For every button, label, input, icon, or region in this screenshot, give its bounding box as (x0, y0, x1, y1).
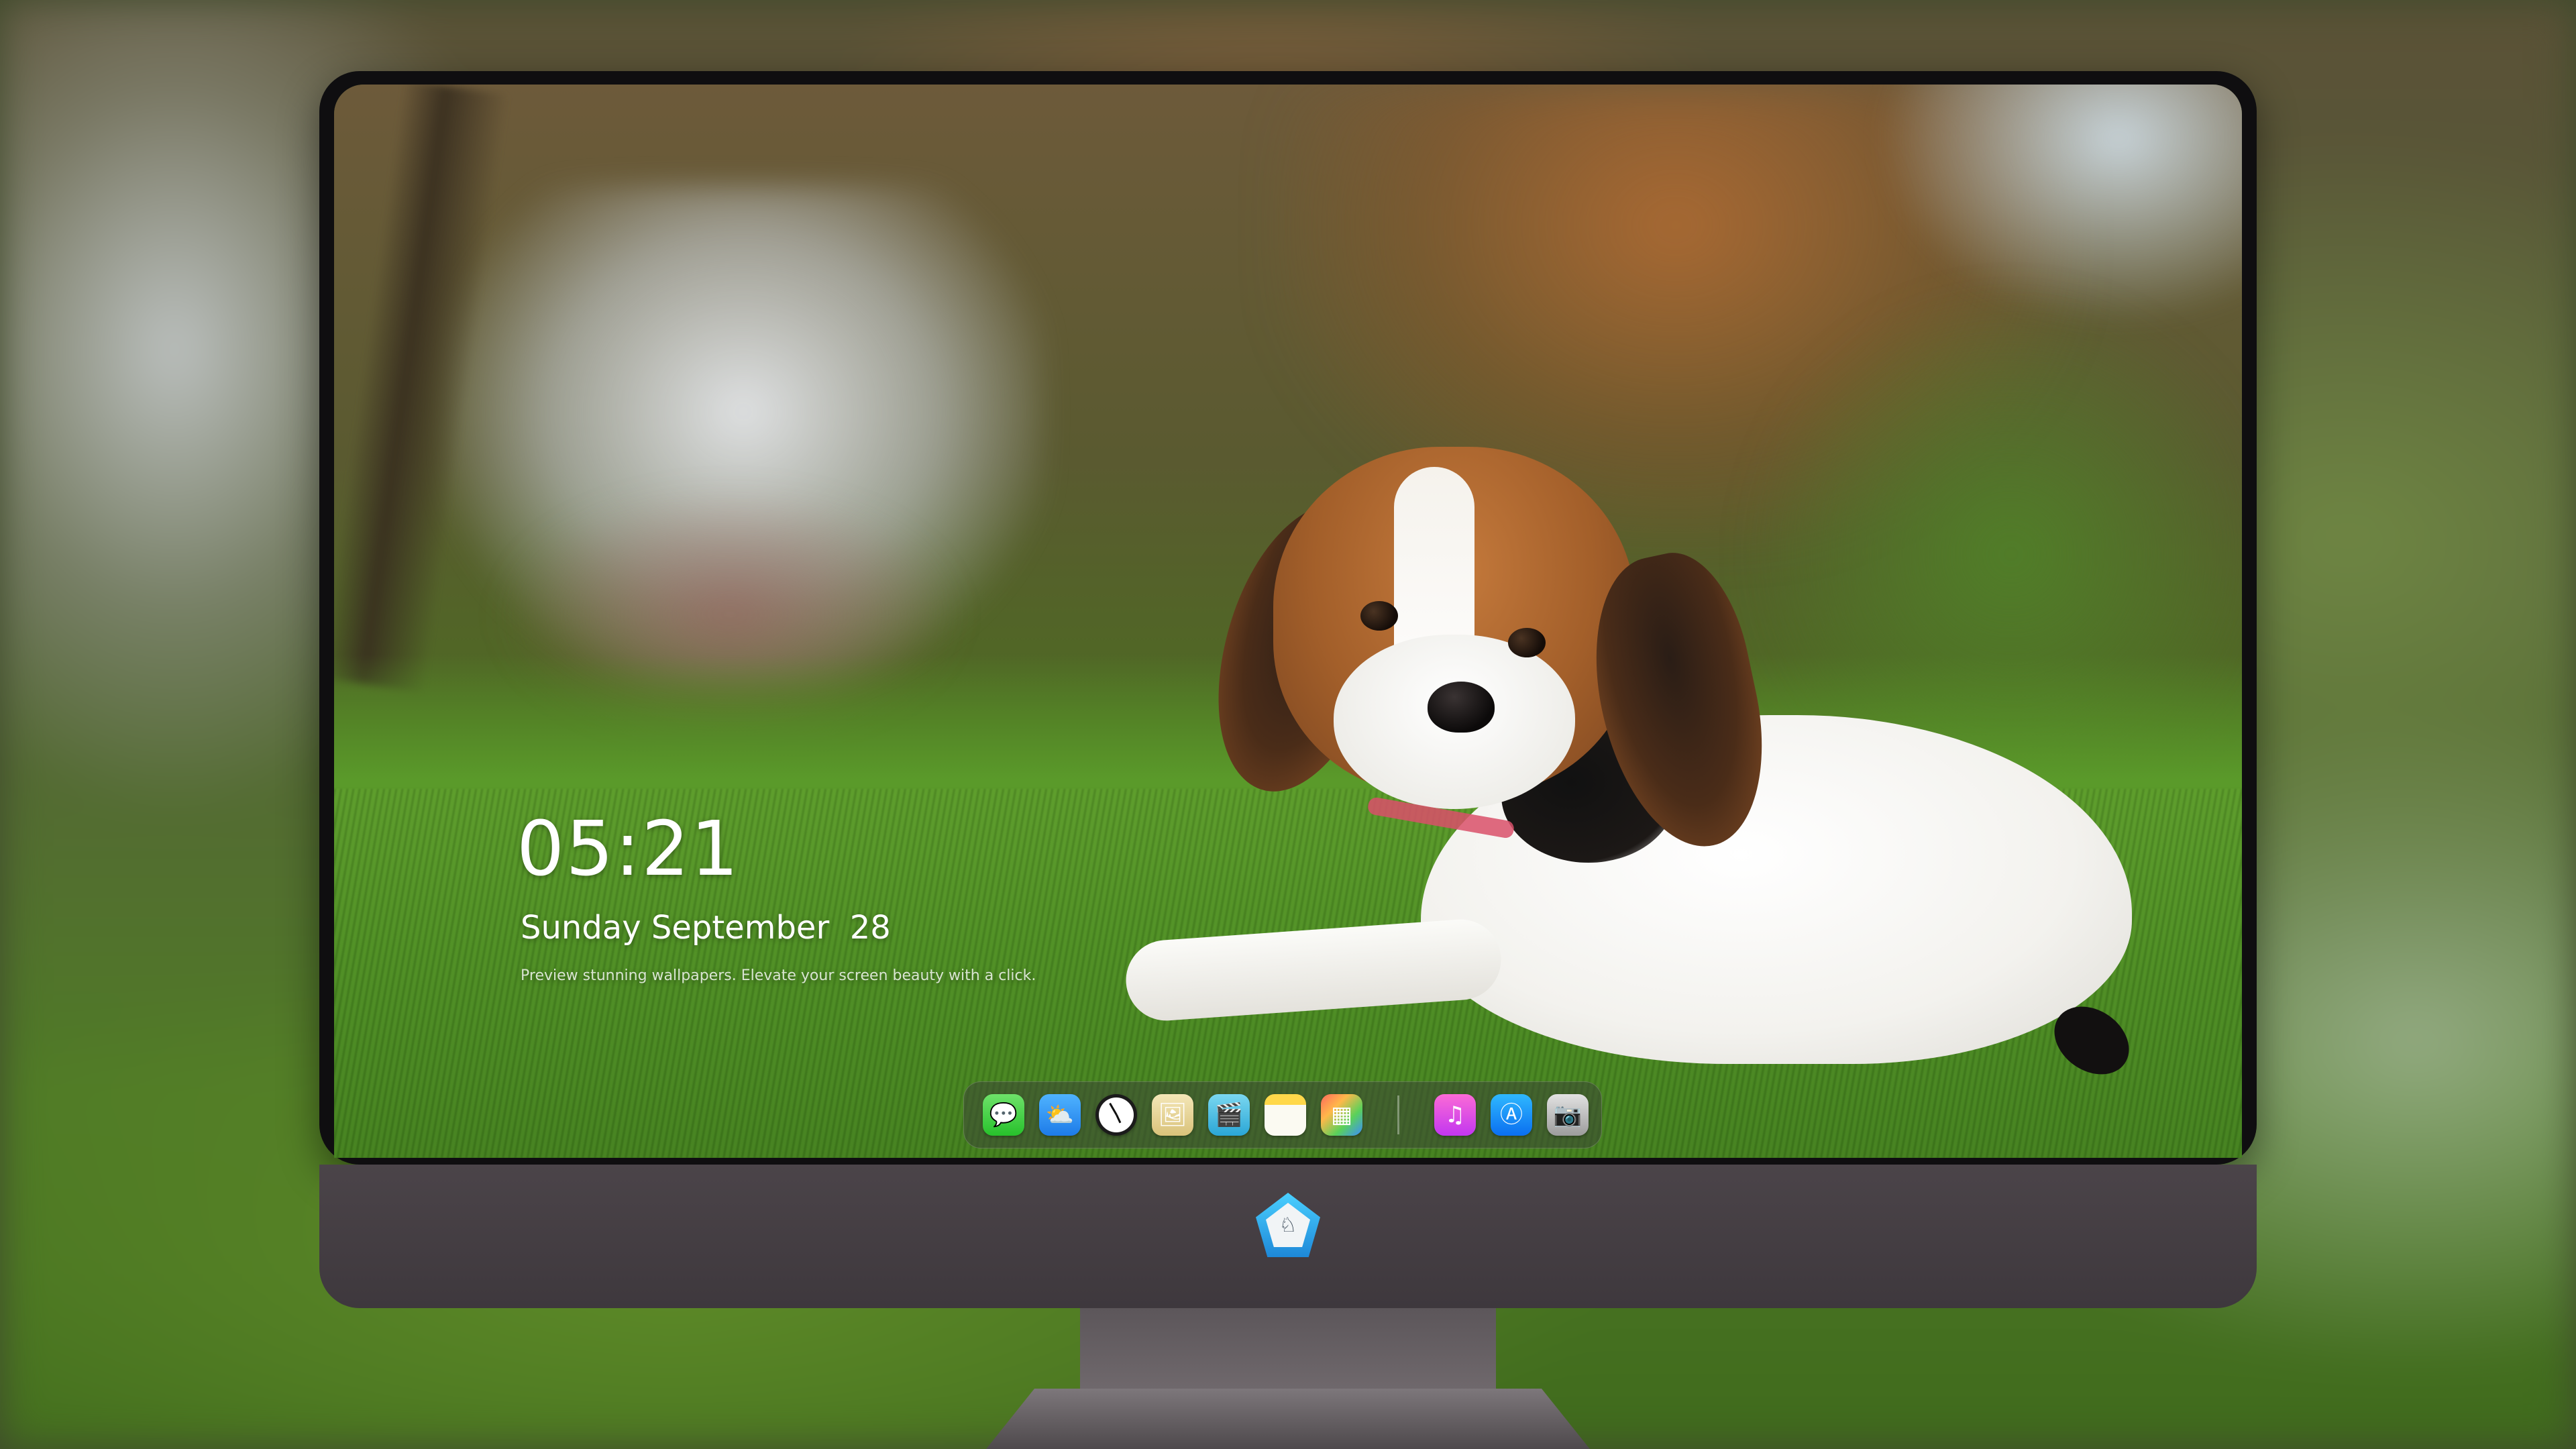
monitor-stand-base (986, 1389, 1590, 1449)
puppy-nose (1428, 682, 1495, 733)
clock-face (1099, 1097, 1134, 1132)
clock-hour-hand (1116, 1114, 1122, 1124)
photos-icon[interactable]: ▦ (1321, 1094, 1362, 1136)
puppy-right-eye (1508, 628, 1546, 657)
dock-separator (1397, 1095, 1399, 1134)
clock-date: Sunday September 28 (521, 909, 891, 947)
wallpaper-tagline: Preview stunning wallpapers. Elevate you… (521, 967, 1036, 984)
claquette-icon[interactable]: 🎬 (1208, 1094, 1250, 1136)
app-store-icon[interactable]: Ⓐ (1491, 1094, 1532, 1136)
camera-icon[interactable]: 📷 (1547, 1094, 1589, 1136)
clock-icon[interactable] (1095, 1094, 1137, 1136)
weather-icon[interactable]: ⛅ (1039, 1094, 1081, 1136)
messages-icon[interactable]: 💬 (983, 1094, 1024, 1136)
brand-logo-mascot: ♘ (1266, 1203, 1310, 1247)
music-icon[interactable]: ♫ (1434, 1094, 1476, 1136)
notes-icon[interactable] (1265, 1094, 1306, 1136)
clock-time: 05:21 (517, 806, 740, 893)
monitor-stand (986, 1308, 1590, 1449)
puppy-left-eye (1360, 601, 1398, 631)
monitor: 05:21 Sunday September 28 Preview stunni… (319, 71, 2257, 1308)
clock-minute-hand (1109, 1102, 1118, 1116)
monitor-bezel: 05:21 Sunday September 28 Preview stunni… (319, 71, 2257, 1165)
desktop-screen: 05:21 Sunday September 28 Preview stunni… (334, 85, 2242, 1158)
dock: 💬 ⛅ 🖼 🎬 ▦ ♫ Ⓐ 📷 (963, 1081, 1602, 1148)
wallpaper-puppy (1045, 433, 2199, 1158)
preview-icon[interactable]: 🖼 (1152, 1094, 1193, 1136)
lock-screen-info: 05:21 Sunday September 28 Preview stunni… (517, 806, 1254, 985)
monitor-stand-neck (1080, 1308, 1496, 1389)
